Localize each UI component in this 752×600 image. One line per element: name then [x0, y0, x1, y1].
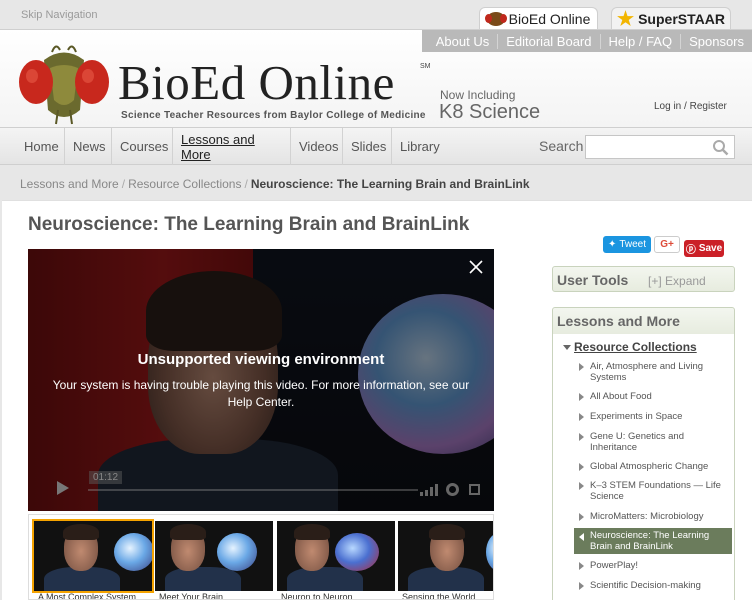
chapter-thumb-4[interactable]: Sensing the World [398, 521, 493, 600]
google-plus-button[interactable]: G+ [654, 236, 680, 253]
sidebar-item[interactable]: Experiments in Space [574, 411, 732, 422]
lessons-and-more-header: Lessons and More [552, 307, 735, 335]
search-input[interactable] [585, 135, 735, 159]
video-player[interactable]: Unsupported viewing environment Your sys… [28, 249, 494, 511]
thumb-presenter-hair [294, 524, 330, 540]
sidebar-item-selected[interactable]: Neuroscience: The Learning Brain and Bra… [574, 528, 732, 554]
account-links: Log in / Register [654, 101, 727, 112]
chevron-down-icon [563, 345, 571, 350]
chapter-caption: A Most Complex System [38, 592, 137, 600]
chapter-thumb-image [32, 519, 154, 593]
video-error-message: Your system is having trouble playing th… [52, 378, 470, 409]
tweet-button[interactable]: ✦ Tweet [603, 236, 651, 253]
tab-bioed-online[interactable]: BioEd Online [479, 7, 598, 30]
lessons-and-more-title: Lessons and More [557, 313, 680, 329]
video-time: 01:12 [89, 471, 123, 484]
breadcrumb-separator: / [121, 177, 126, 191]
now-including-label: Now Including [440, 88, 516, 102]
site-logo-title[interactable]: BioEd Online [118, 58, 395, 107]
nav-slides[interactable]: Slides [343, 128, 392, 165]
main-nav: Home News Courses Lessons and More Video… [0, 127, 752, 165]
chapter-thumb-2[interactable]: Meet Your Brain [155, 521, 273, 600]
chapter-caption: Meet Your Brain [159, 592, 224, 600]
save-label: Save [698, 243, 723, 254]
tweet-label: Tweet [619, 239, 647, 250]
sidebar-item[interactable]: K–3 STEM Foundations — Life Science [574, 480, 732, 502]
breadcrumb-separator: / [244, 177, 248, 191]
sidebar-item[interactable]: Global Atmospheric Change [574, 461, 732, 472]
thumb-brain [217, 533, 257, 571]
fly-icon [484, 12, 507, 26]
page-title: Neuroscience: The Learning Brain and Bra… [28, 214, 470, 235]
tab-superstaar[interactable]: ★ SuperSTAAR [611, 7, 731, 30]
video-chapter-strip: A Most Complex System Meet Your Brain Ne… [28, 514, 494, 600]
nav-videos[interactable]: Videos [291, 128, 343, 165]
thumb-brain [486, 533, 493, 571]
site-tagline: Science Teacher Resources from Baylor Co… [121, 110, 426, 121]
fullscreen-icon[interactable] [469, 484, 480, 495]
fruit-fly-logo[interactable] [14, 40, 114, 126]
chapter-caption: Sensing the World [402, 592, 476, 600]
breadcrumb-lessons-and-more[interactable]: Lessons and More [20, 177, 119, 191]
thumb-presenter-body [165, 567, 241, 591]
user-tools-title: User Tools [557, 272, 629, 288]
chapter-thumb-image [155, 521, 273, 591]
user-tools-box[interactable]: User Tools [+] Expand [552, 266, 735, 292]
search-icon[interactable] [712, 139, 729, 156]
editorial-board-link[interactable]: Editorial Board [497, 33, 599, 49]
chapter-thumb-1[interactable]: A Most Complex System [32, 519, 154, 600]
account-separator: / [684, 101, 687, 112]
sidebar-item[interactable]: Gene U: Genetics and Inheritance [574, 431, 732, 453]
skip-navigation-link[interactable]: Skip Navigation [21, 9, 97, 21]
tab-bioed-online-label: BioEd Online [508, 11, 591, 27]
sidebar-item[interactable]: MicroMatters: Microbiology [574, 511, 732, 522]
chapter-thumb-image [277, 521, 395, 591]
volume-icon[interactable] [420, 484, 438, 496]
nav-home[interactable]: Home [16, 128, 65, 165]
pinterest-save-button[interactable]: ⓟ Save [684, 240, 724, 257]
star-icon: ★ [617, 8, 635, 30]
tab-superstaar-label: SuperSTAAR [638, 11, 725, 27]
twitter-icon: ✦ [607, 239, 617, 250]
expand-toggle[interactable]: [+] Expand [648, 274, 706, 288]
register-link[interactable]: Register [690, 101, 727, 112]
thumb-presenter-hair [429, 524, 465, 540]
site-header: About Us Editorial Board Help / FAQ Spon… [0, 29, 752, 127]
breadcrumb: Lessons and More / Resource Collections / Ne… [20, 177, 530, 191]
nav-library[interactable]: Library [392, 128, 447, 165]
login-link[interactable]: Log in [654, 101, 681, 112]
play-icon[interactable] [57, 481, 69, 495]
service-mark: SM [420, 63, 431, 70]
settings-gear-icon[interactable] [446, 483, 459, 496]
video-progress-bar[interactable] [88, 489, 418, 491]
resource-collections-link[interactable]: Resource Collections [574, 340, 697, 354]
thumb-presenter-hair [63, 524, 99, 540]
thumb-brain [335, 533, 379, 571]
about-us-link[interactable]: About Us [428, 34, 497, 49]
help-faq-link[interactable]: Help / FAQ [599, 33, 681, 49]
close-icon[interactable] [469, 260, 483, 274]
chapter-caption: Neuron to Neuron [281, 592, 353, 600]
video-error-title: Unsupported viewing environment [137, 351, 385, 368]
chapter-thumb-image [398, 521, 493, 591]
sponsors-link[interactable]: Sponsors [680, 33, 752, 49]
breadcrumb-current: Neuroscience: The Learning Brain and Bra… [250, 177, 530, 191]
pinterest-icon: ⓟ [685, 245, 696, 256]
nav-courses[interactable]: Courses [112, 128, 173, 165]
thumb-presenter-hair [170, 524, 206, 540]
thumb-brain [114, 533, 152, 571]
search-label: Search [539, 138, 584, 154]
utility-links: About Us Editorial Board Help / FAQ Spon… [421, 30, 752, 52]
sidebar-item[interactable]: Air, Atmosphere and Living Systems [574, 361, 732, 383]
sidebar-item[interactable]: Scientific Decision-making [574, 580, 732, 591]
sidebar-item[interactable]: PowerPlay! [574, 560, 732, 571]
chapter-thumb-3[interactable]: Neuron to Neuron [277, 521, 395, 600]
nav-lessons-and-more[interactable]: Lessons and More [173, 128, 291, 165]
breadcrumb-resource-collections[interactable]: Resource Collections [128, 177, 241, 191]
k8-science-link[interactable]: K8 Science [439, 101, 540, 124]
nav-news[interactable]: News [65, 128, 112, 165]
sidebar-item[interactable]: All About Food [574, 391, 732, 402]
